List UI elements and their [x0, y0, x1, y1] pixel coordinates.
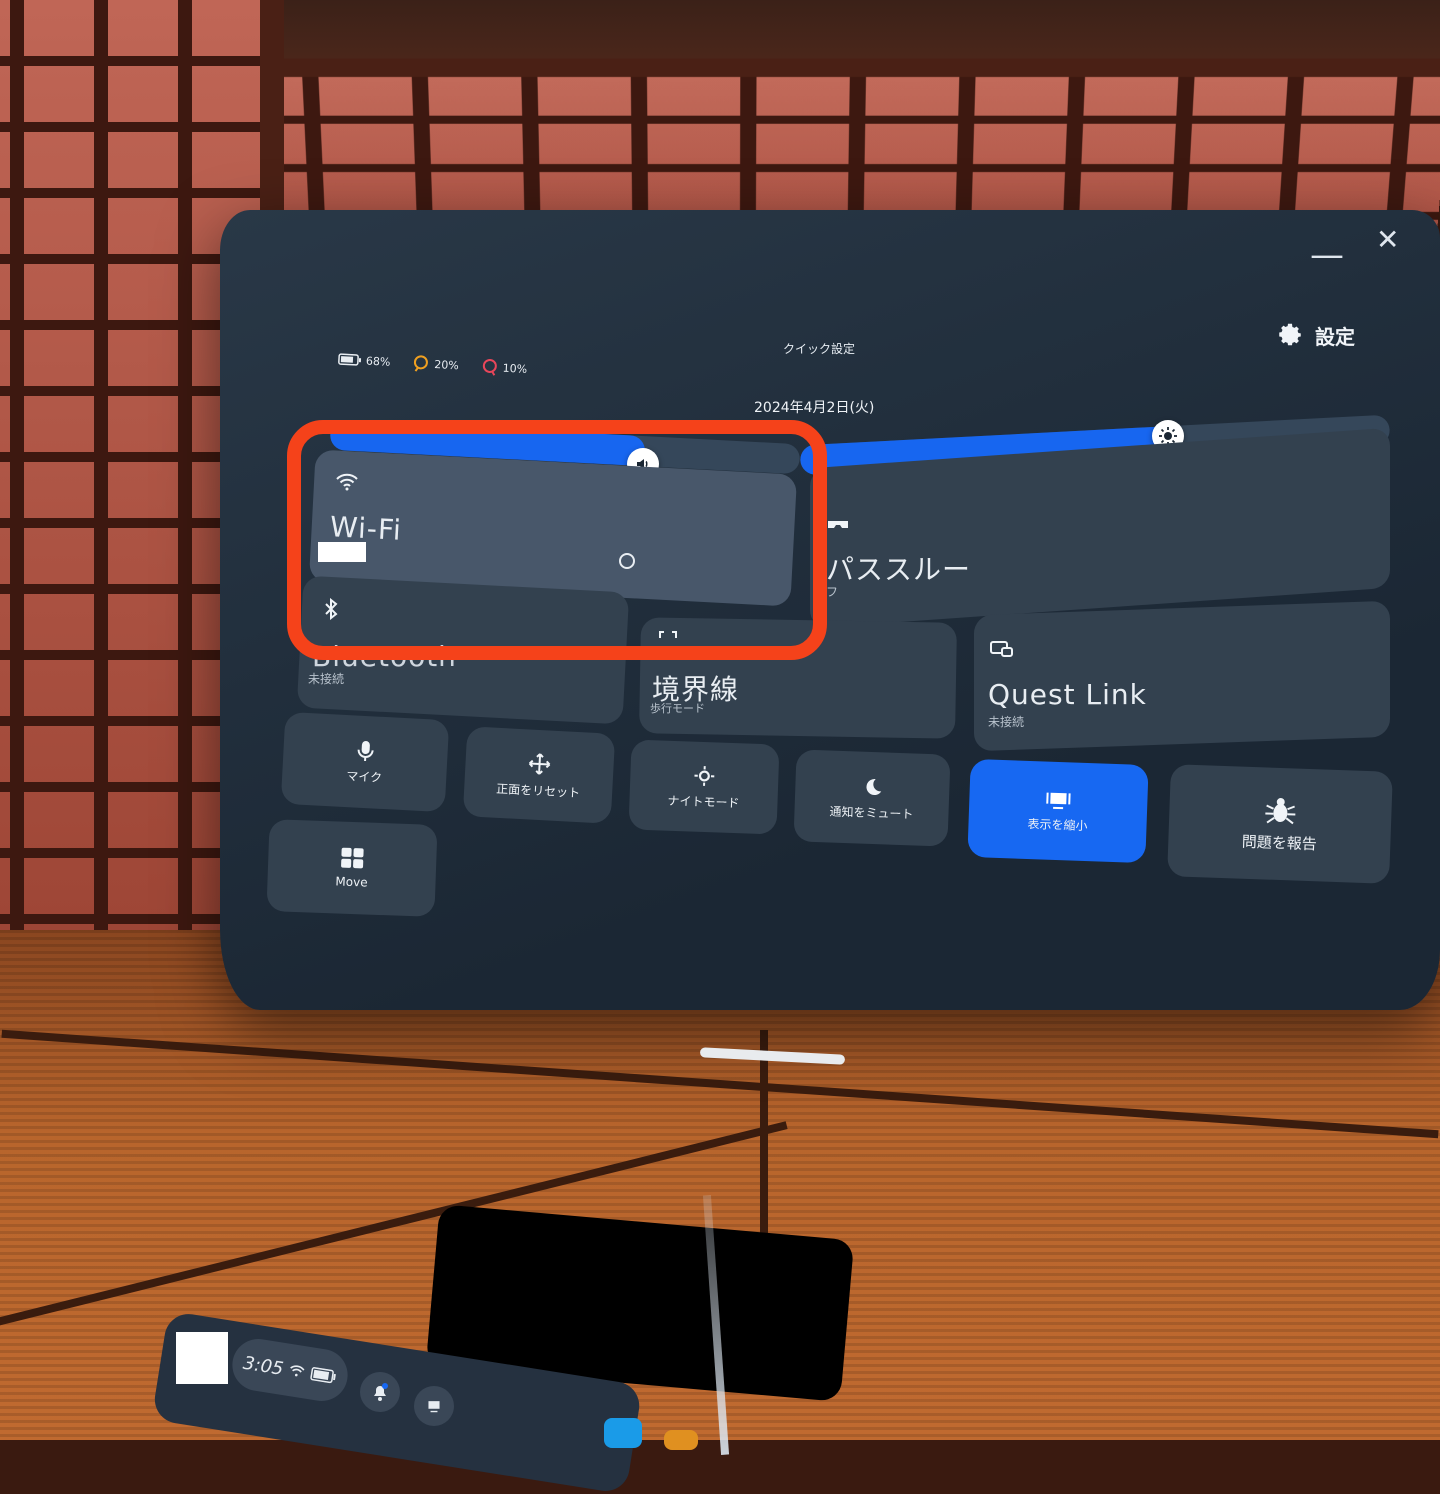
clock-time: 3:05 — [242, 1352, 285, 1379]
microphone-icon — [356, 739, 375, 762]
headset-battery-value: 68% — [366, 354, 391, 368]
app-icon-2[interactable] — [664, 1430, 698, 1450]
mute-notifications-button[interactable]: 通知をミュート — [793, 749, 950, 846]
mic-label: マイク — [346, 767, 383, 786]
redacted-avatar — [176, 1332, 228, 1384]
right-controller-battery: 10% — [480, 357, 527, 377]
controller-icon — [480, 357, 499, 376]
left-controller-battery: 20% — [412, 354, 459, 374]
mute-notifications-label: 通知をミュート — [829, 802, 914, 822]
move-button[interactable]: Move — [266, 819, 437, 917]
link-icon — [988, 638, 1016, 662]
display-icon — [425, 1398, 443, 1414]
settings-button[interactable]: 設定 — [1275, 320, 1355, 350]
wifi-icon — [288, 1363, 306, 1379]
quest-link-tile[interactable] — [974, 601, 1390, 752]
controller-icon — [412, 354, 431, 373]
date-label: 2024年4月2日(火) — [754, 397, 874, 417]
headset-icon — [826, 518, 850, 532]
move-label: Move — [335, 874, 368, 889]
close-button[interactable]: ✕ — [1376, 226, 1399, 254]
grid-icon — [340, 847, 365, 870]
move-arrows-icon — [527, 751, 552, 776]
night-mode-label: ナイトモード — [667, 791, 740, 811]
shrink-display-button[interactable]: 表示を縮小 — [967, 759, 1148, 863]
panel-title: クイック設定 — [783, 340, 855, 357]
report-problem-label: 問題を報告 — [1242, 830, 1318, 854]
highlight-box — [287, 420, 827, 660]
bluetooth-status: 未接続 — [308, 670, 344, 687]
minimize-button[interactable]: — — [1310, 238, 1344, 272]
right-controller-battery-value: 10% — [502, 361, 527, 375]
quest-link-status: 未接続 — [988, 713, 1024, 730]
sun-icon — [693, 764, 716, 787]
moon-icon — [861, 775, 884, 798]
settings-label: 設定 — [1315, 321, 1355, 350]
reset-view-label: 正面をリセット — [496, 779, 581, 800]
gear-icon — [1275, 320, 1305, 350]
boundary-status: 歩行モード — [650, 700, 705, 716]
left-controller-battery-value: 20% — [434, 358, 459, 372]
display-icon — [1045, 789, 1072, 810]
passthrough-label: パススルー — [826, 548, 971, 588]
reset-view-button[interactable]: 正面をリセット — [463, 726, 616, 824]
passthrough-status: フ — [826, 583, 838, 600]
mic-button[interactable]: マイク — [281, 712, 450, 812]
night-mode-button[interactable]: ナイトモード — [628, 739, 779, 834]
app-icon-1[interactable] — [604, 1418, 642, 1448]
quest-link-label: Quest Link — [988, 678, 1147, 711]
headset-battery: 68% — [338, 353, 391, 369]
bell-icon — [370, 1382, 390, 1402]
shrink-display-label: 表示を縮小 — [1027, 814, 1088, 833]
battery-icon — [338, 353, 363, 366]
quick-settings-taskbar-button[interactable] — [414, 1386, 454, 1426]
notifications-button[interactable] — [360, 1372, 400, 1412]
report-problem-button[interactable]: 問題を報告 — [1167, 764, 1393, 884]
bug-icon — [1263, 795, 1298, 826]
battery-icon — [310, 1366, 338, 1384]
